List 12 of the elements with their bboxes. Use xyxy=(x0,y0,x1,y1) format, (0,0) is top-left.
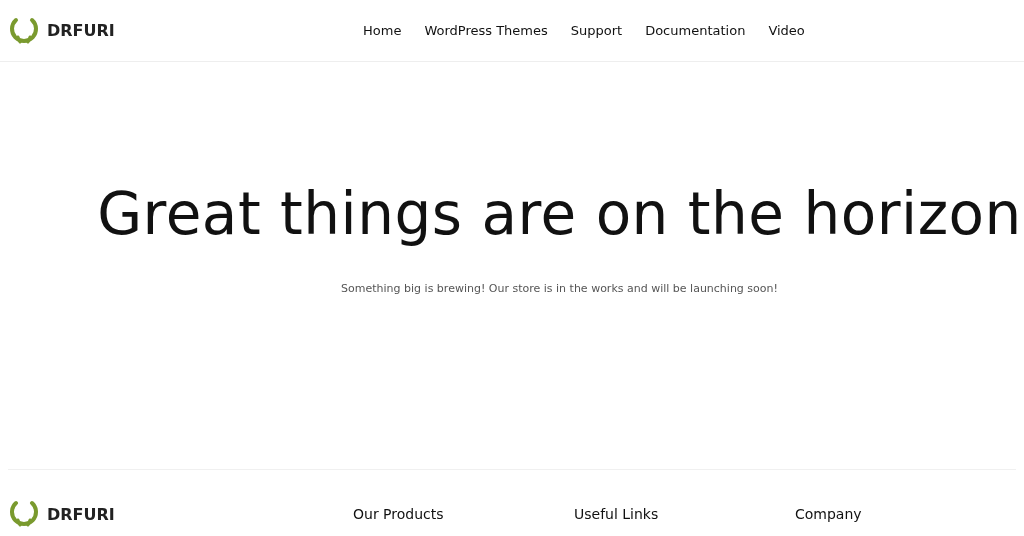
hero-title: Great things are on the horizon xyxy=(97,180,1022,248)
nav-link[interactable]: Documentation xyxy=(645,23,746,38)
logo-text: DRFURI xyxy=(47,21,115,40)
hero-subtitle: Something big is brewing! Our store is in the works and will be launching soon! xyxy=(341,282,778,295)
column-heading: Our Products xyxy=(353,506,445,522)
nav-link[interactable]: Support xyxy=(570,23,623,38)
nav-link[interactable]: Video xyxy=(768,23,805,38)
nav-link[interactable]: Home xyxy=(363,23,402,38)
column-heading: Useful Links xyxy=(574,506,660,522)
column-heading: Company xyxy=(795,506,863,522)
nav-link[interactable]: WordPress Themes xyxy=(424,23,548,38)
logo-text: DRFURI xyxy=(47,504,115,524)
